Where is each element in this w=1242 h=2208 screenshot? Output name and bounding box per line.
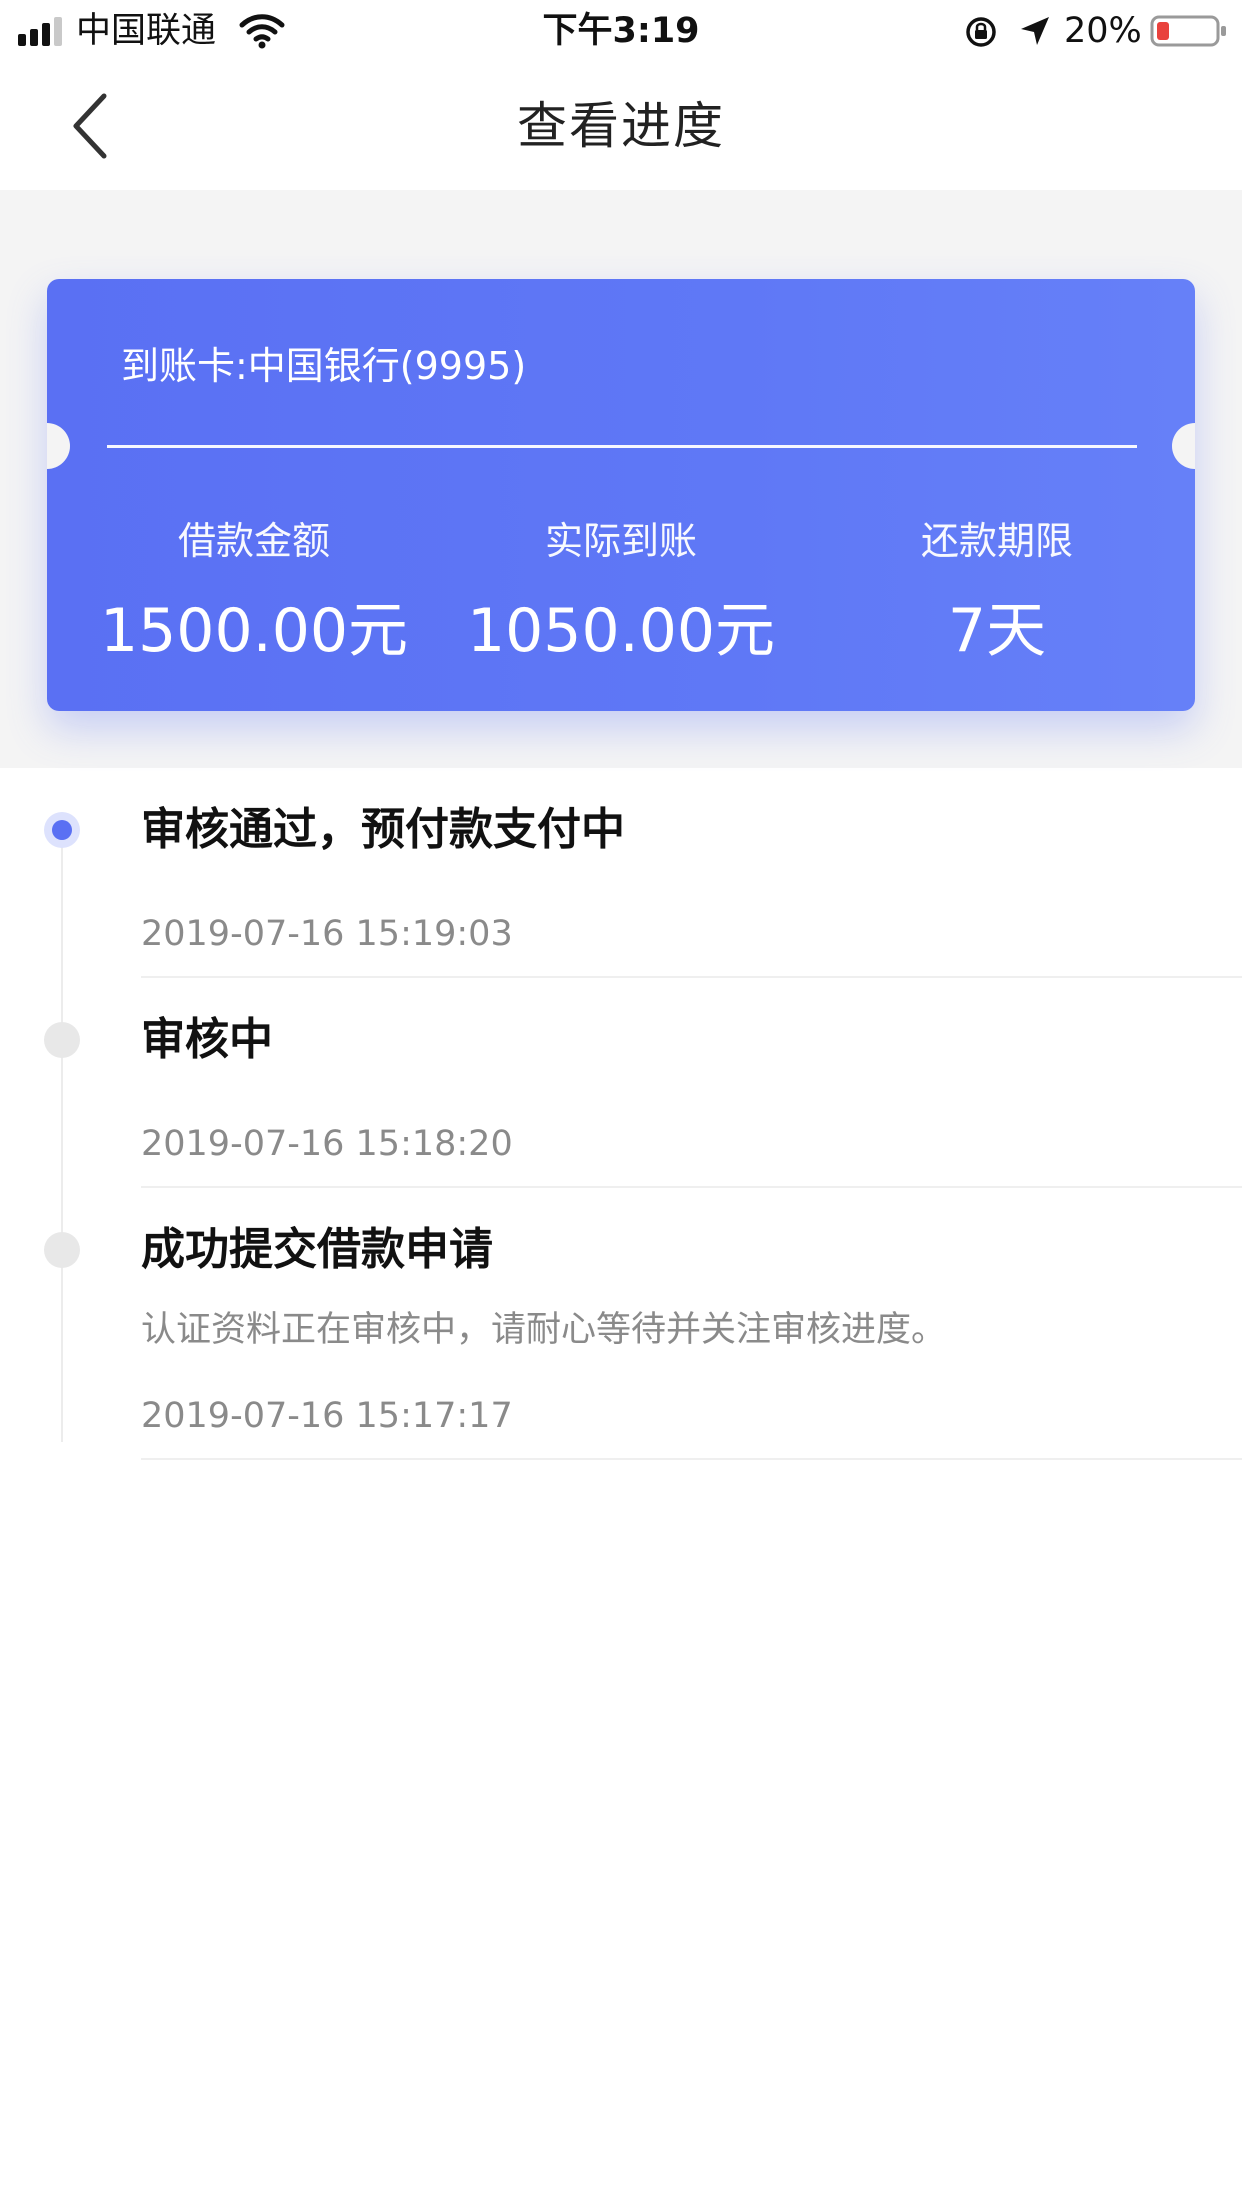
step-timestamp: 2019-07-16 15:17:17 — [141, 1396, 513, 1436]
rotation-lock-icon — [966, 17, 996, 47]
timeline-dot-active — [44, 812, 80, 848]
loan-amount-value: 1500.00元 — [99, 596, 409, 666]
status-bar: 中国联通 下午3:19 20% — [0, 0, 1242, 62]
actual-received-value: 1050.00元 — [466, 596, 776, 666]
timeline-line — [61, 830, 63, 1442]
step-divider — [141, 976, 1242, 978]
step-description: 认证资料正在审核中，请耐心等待并关注审核进度。 — [141, 1310, 947, 1350]
repayment-term-metric: 还款期限 7天 — [809, 515, 1185, 667]
ticket-notch-left — [47, 423, 70, 469]
timeline-dot — [44, 1022, 80, 1058]
battery-percentage: 20% — [1064, 11, 1142, 51]
receiving-card-label: 到账卡:中国银行(9995) — [121, 344, 527, 388]
step-divider — [141, 1186, 1242, 1188]
step-timestamp: 2019-07-16 15:19:03 — [141, 914, 513, 954]
timeline-dot — [44, 1232, 80, 1268]
loan-summary-card: 到账卡:中国银行(9995) 借款金额 1500.00元 实际到账 1050.0… — [47, 279, 1195, 711]
location-arrow-icon — [1021, 17, 1049, 45]
step-divider — [141, 1458, 1242, 1460]
page-title: 查看进度 — [517, 97, 725, 155]
battery-icon — [1150, 15, 1226, 47]
card-divider — [107, 445, 1137, 448]
step-timestamp: 2019-07-16 15:18:20 — [141, 1124, 513, 1164]
step-title: 成功提交借款申请 — [141, 1224, 493, 1275]
actual-received-metric: 实际到账 1050.00元 — [433, 515, 809, 667]
step-title: 审核中 — [141, 1014, 273, 1065]
loan-amount-metric: 借款金额 1500.00元 — [66, 515, 442, 667]
ticket-notch-right — [1172, 423, 1195, 469]
repayment-term-value: 7天 — [947, 596, 1047, 666]
status-time: 下午3:19 — [542, 11, 700, 51]
loan-amount-label: 借款金额 — [177, 519, 330, 563]
actual-received-label: 实际到账 — [544, 519, 697, 563]
step-title: 审核通过，预付款支付中 — [141, 804, 625, 855]
loan-summary-section: 到账卡:中国银行(9995) 借款金额 1500.00元 实际到账 1050.0… — [0, 190, 1242, 768]
repayment-term-label: 还款期限 — [920, 519, 1073, 563]
navigation-bar: 查看进度 — [0, 62, 1242, 190]
